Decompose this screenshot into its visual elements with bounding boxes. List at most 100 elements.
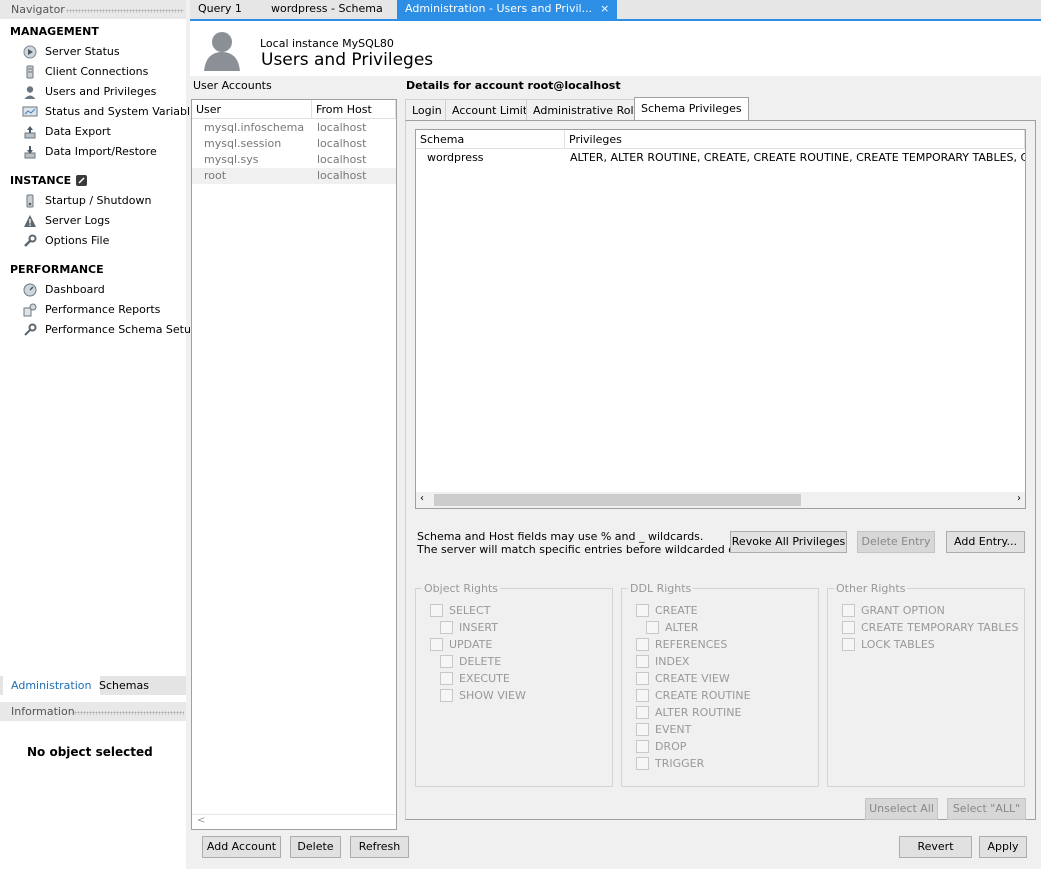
checkbox-insert[interactable]: INSERT bbox=[440, 619, 498, 636]
tab-administration-users[interactable]: Administration - Users and Privil... × bbox=[397, 0, 618, 19]
user-icon bbox=[22, 84, 38, 100]
table-row[interactable]: mysql.session localhost bbox=[192, 136, 396, 152]
checkbox-box[interactable] bbox=[636, 604, 649, 617]
checkbox-box[interactable] bbox=[440, 672, 453, 685]
information-text: No object selected bbox=[27, 745, 153, 759]
server-status-icon bbox=[22, 44, 38, 60]
checkbox-create-view[interactable]: CREATE VIEW bbox=[636, 670, 730, 687]
nav-item-data-import[interactable]: Data Import/Restore bbox=[22, 143, 157, 161]
nav-item-performance-schema-setup[interactable]: Performance Schema Setup bbox=[22, 321, 198, 339]
checkbox-box[interactable] bbox=[636, 638, 649, 651]
checkbox-box[interactable] bbox=[842, 604, 855, 617]
table-row[interactable]: mysql.infoschema localhost bbox=[192, 120, 396, 136]
checkbox-show-view[interactable]: SHOW VIEW bbox=[440, 687, 526, 704]
tab-wordpress-schema[interactable]: wordpress - Schema bbox=[263, 0, 391, 19]
nav-item-label: Data Export bbox=[45, 125, 111, 138]
horizontal-scrollbar[interactable]: ‹ › bbox=[416, 492, 1025, 508]
checkbox-delete[interactable]: DELETE bbox=[440, 653, 501, 670]
checkbox-create-temporary-tables[interactable]: CREATE TEMPORARY TABLES bbox=[842, 619, 1018, 636]
checkbox-lock-tables[interactable]: LOCK TABLES bbox=[842, 636, 935, 653]
dashboard-icon bbox=[22, 282, 38, 298]
checkbox-index[interactable]: INDEX bbox=[636, 653, 689, 670]
checkbox-box[interactable] bbox=[636, 706, 649, 719]
tab-schema-privileges[interactable]: Schema Privileges bbox=[634, 97, 749, 121]
column-header-schema[interactable]: Schema bbox=[416, 130, 565, 149]
checkbox-box[interactable] bbox=[440, 655, 453, 668]
checkbox-box[interactable] bbox=[430, 638, 443, 651]
checkbox-box[interactable] bbox=[440, 689, 453, 702]
checkbox-box[interactable] bbox=[430, 604, 443, 617]
checkbox-box[interactable] bbox=[636, 740, 649, 753]
section-management: MANAGEMENT bbox=[10, 25, 99, 38]
delete-account-button[interactable]: Delete bbox=[290, 836, 341, 858]
checkbox-box[interactable] bbox=[636, 723, 649, 736]
checkbox-select[interactable]: SELECT bbox=[430, 602, 490, 619]
table-row[interactable]: wordpress ALTER, ALTER ROUTINE, CREATE, … bbox=[416, 150, 1025, 166]
checkbox-update[interactable]: UPDATE bbox=[430, 636, 492, 653]
column-header-user[interactable]: User bbox=[192, 100, 312, 119]
refresh-button[interactable]: Refresh bbox=[350, 836, 409, 858]
horizontal-scrollbar[interactable]: < bbox=[192, 814, 396, 829]
checkbox-label: ALTER ROUTINE bbox=[655, 706, 742, 719]
tab-administration[interactable]: Administration bbox=[3, 676, 100, 695]
schema-privileges-table[interactable]: Schema Privileges wordpress ALTER, ALTER… bbox=[415, 129, 1026, 509]
revert-button[interactable]: Revert bbox=[899, 836, 972, 858]
column-header-privileges[interactable]: Privileges bbox=[565, 130, 1025, 149]
checkbox-grant-option[interactable]: GRANT OPTION bbox=[842, 602, 945, 619]
checkbox-create[interactable]: CREATE bbox=[636, 602, 698, 619]
checkbox-box[interactable] bbox=[636, 757, 649, 770]
tab-schemas[interactable]: Schemas bbox=[91, 676, 157, 695]
checkbox-label: UPDATE bbox=[449, 638, 493, 651]
delete-entry-button[interactable]: Delete Entry bbox=[857, 531, 935, 553]
checkbox-drop[interactable]: DROP bbox=[636, 738, 686, 755]
table-row[interactable]: mysql.sys localhost bbox=[192, 152, 396, 168]
unselect-all-button[interactable]: Unselect All bbox=[865, 798, 938, 820]
nav-item-users-and-privileges[interactable]: Users and Privileges bbox=[22, 83, 156, 101]
instance-status-icon bbox=[76, 175, 88, 186]
checkbox-box[interactable] bbox=[440, 621, 453, 634]
add-entry-button[interactable]: Add Entry... bbox=[946, 531, 1025, 553]
user-accounts-list[interactable]: User From Host mysql.infoschema localhos… bbox=[191, 99, 397, 830]
scrollbar-thumb[interactable] bbox=[434, 494, 801, 506]
nav-item-data-export[interactable]: Data Export bbox=[22, 123, 111, 141]
nav-item-performance-reports[interactable]: Performance Reports bbox=[22, 301, 160, 319]
checkbox-box[interactable] bbox=[842, 638, 855, 651]
close-icon[interactable]: × bbox=[600, 2, 609, 15]
checkbox-alter-routine[interactable]: ALTER ROUTINE bbox=[636, 704, 741, 721]
checkbox-execute[interactable]: EXECUTE bbox=[440, 670, 510, 687]
apply-button[interactable]: Apply bbox=[979, 836, 1027, 858]
add-account-button[interactable]: Add Account bbox=[202, 836, 281, 858]
checkbox-box[interactable] bbox=[842, 621, 855, 634]
checkbox-box[interactable] bbox=[636, 689, 649, 702]
checkbox-trigger[interactable]: TRIGGER bbox=[636, 755, 704, 772]
schema-privileges-panel: Schema Privileges wordpress ALTER, ALTER… bbox=[405, 120, 1036, 820]
revoke-all-privileges-button[interactable]: Revoke All Privileges bbox=[730, 531, 847, 553]
checkbox-create-routine[interactable]: CREATE ROUTINE bbox=[636, 687, 751, 704]
scroll-right-arrow[interactable]: › bbox=[1017, 493, 1021, 504]
power-icon bbox=[22, 193, 38, 209]
nav-item-server-logs[interactable]: Server Logs bbox=[22, 212, 110, 230]
checkbox-box[interactable] bbox=[636, 672, 649, 685]
nav-item-options-file[interactable]: Options File bbox=[22, 232, 109, 250]
table-row-selected[interactable]: root localhost bbox=[192, 168, 396, 184]
nav-item-startup-shutdown[interactable]: Startup / Shutdown bbox=[22, 192, 151, 210]
tab-query-1[interactable]: Query 1 bbox=[190, 0, 250, 19]
checkbox-box[interactable] bbox=[646, 621, 659, 634]
checkbox-alter[interactable]: ALTER bbox=[646, 619, 698, 636]
nav-item-status-system-variables[interactable]: Status and System Variables bbox=[22, 103, 203, 121]
checkbox-event[interactable]: EVENT bbox=[636, 721, 691, 738]
user-accounts-label: User Accounts bbox=[193, 79, 272, 92]
scroll-left-arrow[interactable]: ‹ bbox=[420, 493, 424, 504]
checkbox-label: CREATE VIEW bbox=[655, 672, 730, 685]
nav-item-client-connections[interactable]: Client Connections bbox=[22, 63, 148, 81]
checkbox-label: DELETE bbox=[459, 655, 502, 668]
nav-item-server-status[interactable]: Server Status bbox=[22, 43, 120, 61]
scroll-left-arrow[interactable]: < bbox=[197, 815, 205, 826]
checkbox-references[interactable]: REFERENCES bbox=[636, 636, 727, 653]
select-all-button[interactable]: Select "ALL" bbox=[947, 798, 1026, 820]
nav-item-dashboard[interactable]: Dashboard bbox=[22, 281, 105, 299]
checkbox-label: TRIGGER bbox=[655, 757, 705, 770]
column-header-from-host[interactable]: From Host bbox=[312, 100, 396, 119]
checkbox-box[interactable] bbox=[636, 655, 649, 668]
tab-login[interactable]: Login bbox=[405, 99, 449, 121]
